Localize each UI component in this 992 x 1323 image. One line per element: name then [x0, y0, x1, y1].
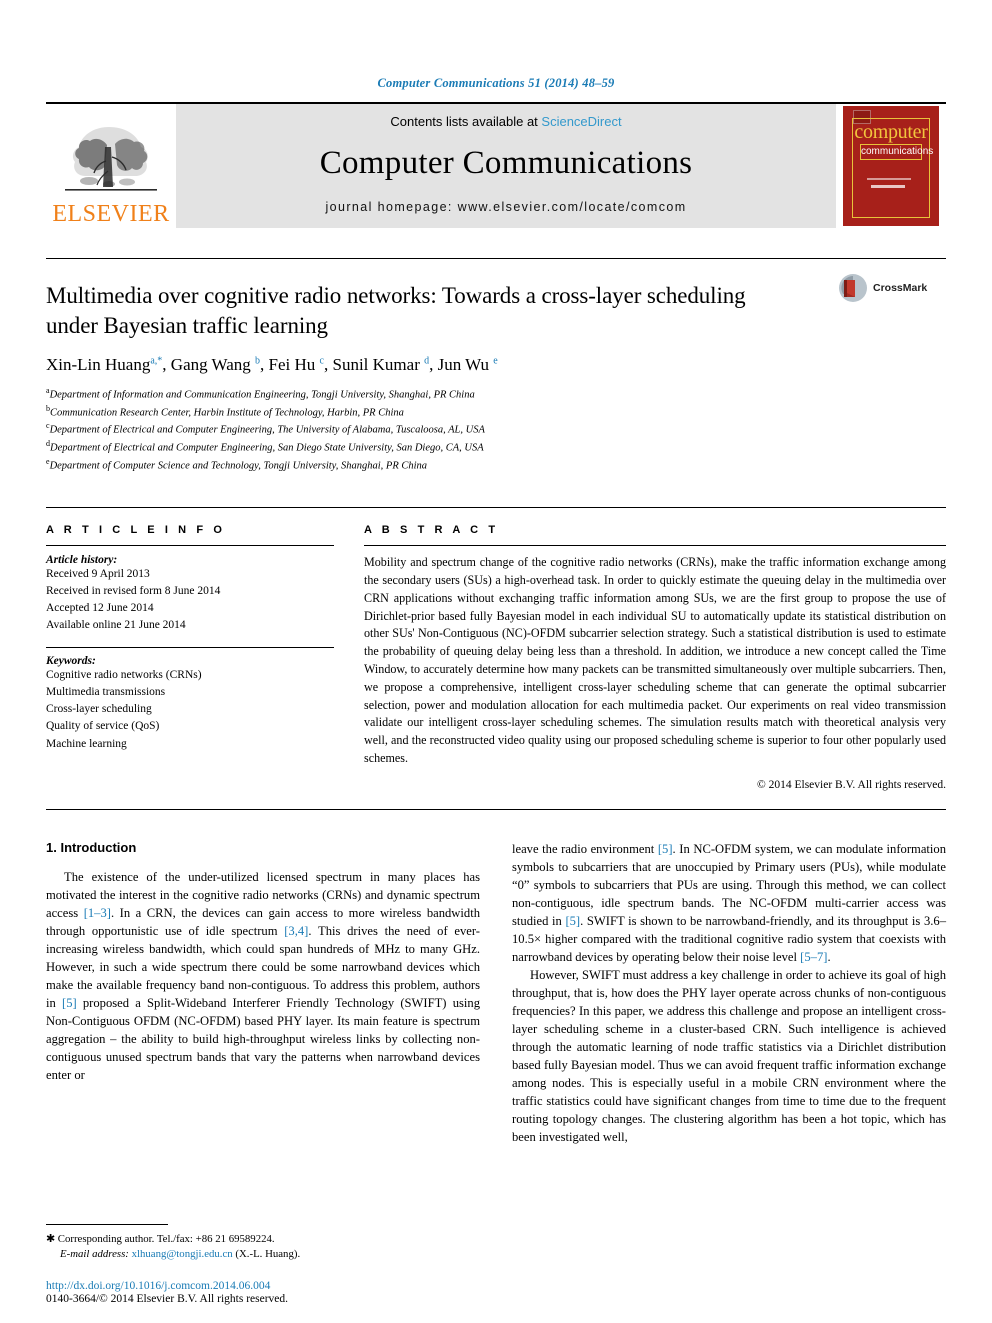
cover-decoration-rule-1 [867, 178, 911, 180]
author-name: Xin-Lin Huang [46, 354, 151, 374]
author-affil-mark: d [424, 355, 430, 367]
citation-ref[interactable]: [5] [658, 842, 673, 856]
body-column-right: leave the radio environment [5]. In NC-O… [512, 840, 946, 1146]
cover-title-line2: communications [860, 144, 933, 160]
author-item: Xin-Lin Huanga,* [46, 355, 162, 374]
keyword-item: Quality of service (QoS) [46, 720, 160, 733]
abstract-text: Mobility and spectrum change of the cogn… [364, 555, 946, 765]
corresponding-author-text: Corresponding author. Tel./fax: +86 21 6… [57, 1232, 275, 1245]
keyword-item: Cognitive radio networks (CRNs) [46, 669, 202, 682]
article-history-label: Article history: [46, 554, 118, 567]
article-history-item: Received 9 April 2013 [46, 568, 150, 581]
affiliation-text: Communication Research Center, Harbin In… [50, 407, 404, 418]
keyword-item: Cross-layer scheduling [46, 703, 152, 716]
author-list: Xin-Lin Huanga,*, Gang Wang b, Fei Hu c,… [46, 354, 498, 374]
info-abstract-section: A R T I C L E I N F O Article history: R… [46, 507, 946, 791]
author-name: Gang Wang [170, 354, 251, 374]
divider [364, 545, 946, 547]
divider [46, 808, 946, 810]
affiliation-item: bCommunication Research Center, Harbin I… [46, 403, 946, 421]
journal-banner: ELSEVIER Contents lists available at Sci… [46, 102, 946, 228]
title-block: CrossMark Multimedia over cognitive radi… [46, 258, 946, 473]
affiliation-item: aDepartment of Information and Communica… [46, 385, 946, 403]
journal-title: Computer Communications [319, 145, 693, 181]
affiliation-text: Department of Electrical and Computer En… [49, 424, 485, 436]
affiliation-list: aDepartment of Information and Communica… [46, 385, 946, 474]
paragraph: leave the radio environment [5]. In NC-O… [512, 841, 946, 964]
author-affil-mark: b [255, 355, 261, 367]
citation-ref[interactable]: [1–3] [84, 906, 111, 920]
elsevier-logo: ELSEVIER [46, 104, 176, 228]
abstract-heading: A B S T R A C T [364, 524, 499, 537]
journal-cover-container: computer communications [836, 104, 946, 228]
doi-link[interactable]: http://dx.doi.org/10.1016/j.comcom.2014.… [46, 1280, 288, 1292]
article-info-heading: A R T I C L E I N F O [46, 524, 226, 537]
paragraph: However, SWIFT must address a key challe… [512, 967, 946, 1144]
contents-prefix: Contents lists available at [390, 114, 542, 129]
journal-homepage[interactable]: journal homepage: www.elsevier.com/locat… [325, 200, 686, 214]
divider [46, 647, 334, 649]
footnote-block: ✱ Corresponding author. Tel./fax: +86 21… [46, 1223, 466, 1263]
author-affil-mark: e [493, 355, 498, 367]
crossmark-badge[interactable]: CrossMark [838, 273, 946, 303]
author-item: Fei Hu c [269, 355, 324, 374]
article-info-column: A R T I C L E I N F O Article history: R… [46, 524, 334, 790]
elsevier-wordmark: ELSEVIER [52, 201, 170, 227]
author-name: Jun Wu [437, 354, 490, 374]
keywords-label: Keywords: [46, 655, 96, 668]
affiliation-text: Department of Electrical and Computer En… [50, 442, 484, 454]
body-columns: 1. Introduction The existence of the und… [46, 840, 946, 1146]
citation-ref[interactable]: [5–7] [800, 950, 827, 964]
keyword-item: Machine learning [46, 737, 127, 750]
affiliation-item: dDepartment of Electrical and Computer E… [46, 438, 946, 456]
contents-available-line: Contents lists available at ScienceDirec… [390, 114, 621, 129]
corresponding-author-note: ✱ Corresponding author. Tel./fax: +86 21… [46, 1232, 275, 1245]
keyword-item: Multimedia transmissions [46, 686, 166, 699]
affiliation-item: eDepartment of Computer Science and Tech… [46, 456, 946, 474]
footnote-rule [46, 1223, 168, 1225]
article-history-item: Received in revised form 8 June 2014 [46, 585, 221, 598]
cover-decoration-rule-2 [871, 185, 905, 188]
citation-ref[interactable]: [5] [565, 914, 580, 928]
author-affil-mark: a,* [150, 355, 163, 367]
email-note: E-mail address: xlhuang@tongji.edu.cn (X… [46, 1247, 466, 1263]
abstract-column: A B S T R A C T Mobility and spectrum ch… [364, 524, 946, 791]
body-column-left: 1. Introduction The existence of the und… [46, 840, 480, 1146]
issn-copyright-line: 0140-3664/© 2014 Elsevier B.V. All right… [46, 1293, 289, 1305]
paragraph: The existence of the under-utilized lice… [46, 869, 480, 1082]
email-link[interactable]: xlhuang@tongji.edu.cn [132, 1248, 233, 1260]
author-item: Jun Wu e [438, 355, 498, 374]
affiliation-text: Department of Information and Communicat… [49, 389, 475, 401]
author-item: Gang Wang b [171, 355, 260, 374]
paper-page: Computer Communications 51 (2014) 48–59 [0, 0, 992, 1323]
divider [46, 545, 334, 547]
crossmark-label: CrossMark [873, 282, 928, 294]
banner-center: Contents lists available at ScienceDirec… [176, 104, 836, 228]
elsevier-tree-icon [65, 127, 157, 191]
page-title: Multimedia over cognitive radio networks… [46, 283, 746, 338]
author-item: Sunil Kumar d [333, 355, 430, 374]
article-history-item: Accepted 12 June 2014 [46, 602, 154, 615]
author-affil-mark: c [319, 355, 324, 367]
abstract-copyright: © 2014 Elsevier B.V. All rights reserved… [757, 778, 946, 791]
author-name: Fei Hu [268, 354, 316, 374]
article-history-item: Available online 21 June 2014 [46, 619, 186, 632]
citation-ref[interactable]: [5] [62, 996, 77, 1010]
affiliation-item: cDepartment of Electrical and Computer E… [46, 420, 946, 438]
crossmark-icon [839, 274, 867, 302]
journal-cover-thumbnail[interactable]: computer communications [843, 106, 939, 226]
author-name: Sunil Kumar [332, 354, 420, 374]
section-heading-introduction: 1. Introduction [46, 839, 137, 855]
email-owner: (X.-L. Huang). [235, 1248, 301, 1261]
citation-ref[interactable]: [3,4] [284, 924, 308, 938]
doi-block: http://dx.doi.org/10.1016/j.comcom.2014.… [46, 1280, 288, 1305]
email-label: E-mail address: [60, 1248, 129, 1261]
running-head: Computer Communications 51 (2014) 48–59 [377, 76, 615, 90]
sciencedirect-link[interactable]: ScienceDirect [541, 114, 621, 129]
affiliation-text: Department of Computer Science and Techn… [49, 460, 428, 472]
cover-title-line1: computer [854, 121, 928, 143]
